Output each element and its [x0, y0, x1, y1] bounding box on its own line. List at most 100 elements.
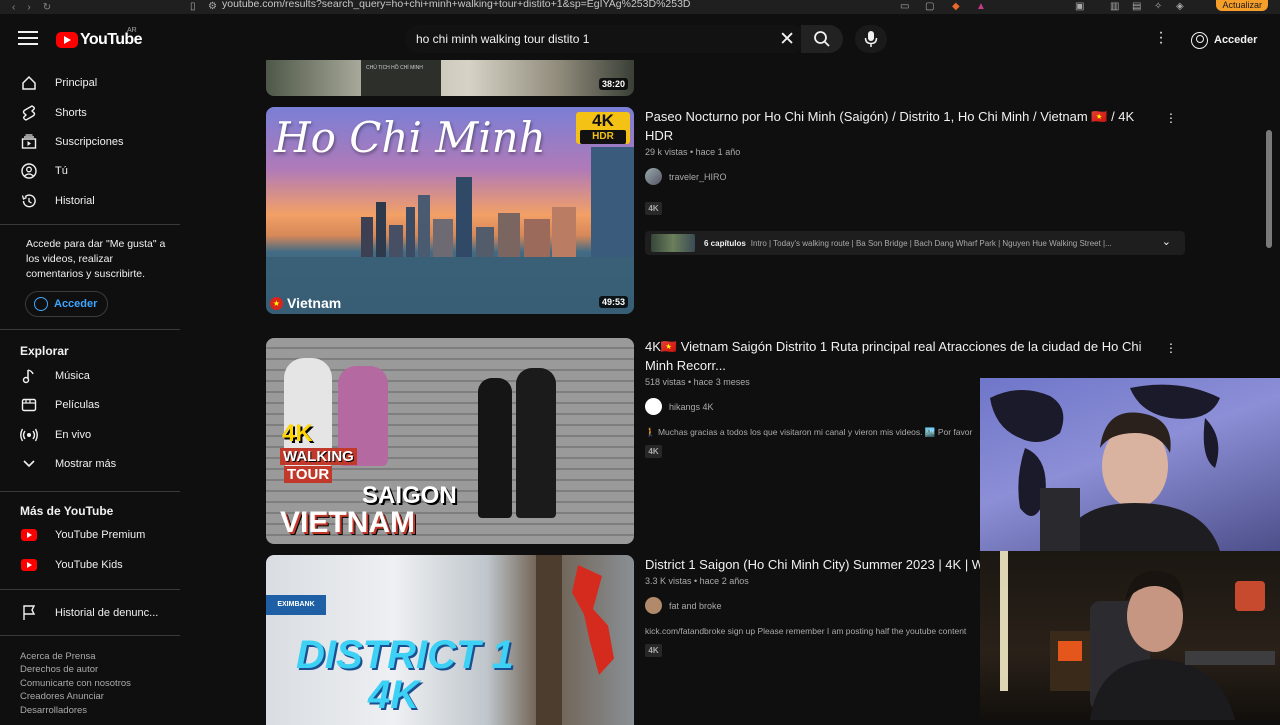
divider [0, 589, 180, 590]
signin-prompt: Accede para dar "Me gusta" a los videos,… [26, 238, 166, 280]
site-settings-icon[interactable]: ⚙ [208, 1, 217, 12]
webcam-scene [990, 384, 1220, 551]
sidebar-toggle-icon[interactable]: ▥ [1110, 1, 1119, 12]
webcam-overlay [980, 551, 1280, 720]
account-icon [34, 297, 48, 311]
thumbnail-country: ★ Vietnam [270, 295, 341, 311]
thumbnail-text: VIETNAM [280, 506, 415, 539]
vietnam-flag-icon: ★ [270, 296, 283, 310]
bookmark-icon[interactable]: ▯ [190, 1, 196, 12]
settings-kebab-icon[interactable]: · · · [1156, 25, 1166, 51]
sidebar-item-premium[interactable]: YouTube Premium [12, 520, 172, 550]
voice-search-button[interactable] [855, 25, 887, 53]
reload-icon[interactable]: ↻ [43, 2, 51, 13]
divider [0, 635, 180, 636]
sidebar-item-subscriptions[interactable]: Suscripciones [12, 127, 172, 157]
video-description: 🚶 Muchas gracias a todos los que visitar… [645, 427, 973, 437]
address-bar[interactable]: youtube.com/results?search_query=ho+chi+… [222, 0, 691, 13]
sidebar-item-history[interactable]: Historial [12, 186, 172, 216]
channel-name: fat and broke [669, 600, 722, 611]
vpn-icon[interactable]: ◈ [1176, 1, 1184, 12]
update-button[interactable]: Actualizar [1216, 0, 1268, 11]
sidebar-item-you[interactable]: Tú [12, 156, 172, 186]
chapters-bar[interactable]: 6 capítulos Intro | Today's walking rout… [645, 231, 1185, 255]
channel-name: hikangs 4K [669, 401, 714, 412]
thumbnail-hdr-text: HDR [580, 130, 626, 144]
search-input[interactable]: ho chi minh walking tour distito 1 ✕ [405, 25, 805, 53]
movies-icon [20, 396, 38, 414]
sidebar-item-shorts[interactable]: Shorts [12, 98, 172, 128]
chevron-down-icon [20, 455, 38, 473]
browser-nav: ‹ › ↻ [0, 2, 60, 13]
footer-link[interactable]: Comunicarte con nosotros [20, 677, 170, 690]
explore-heading: Explorar [20, 344, 69, 358]
share-icon[interactable]: ▢ [925, 1, 934, 12]
sidebar-item-show-more[interactable]: Mostrar más [12, 449, 172, 479]
sidebar-item-movies[interactable]: Películas [12, 390, 172, 420]
sidebar-item-label: Principal [55, 77, 98, 89]
youtube-kids-icon [20, 556, 38, 574]
thumbnail-sign: EXIMBANK [266, 595, 326, 615]
signin-label: Acceder [1214, 34, 1258, 46]
microphone-icon [864, 31, 878, 47]
video-menu-icon[interactable]: · · · [1166, 336, 1176, 358]
thumbnail-person [516, 368, 556, 518]
channel-link[interactable]: fat and broke [645, 597, 722, 614]
history-icon [20, 192, 38, 210]
you-icon [20, 162, 38, 180]
chapter-thumbnail [651, 234, 695, 252]
footer-link[interactable]: Acerca de Prensa [20, 650, 170, 663]
video-duration: 49:53 [598, 296, 628, 308]
back-icon[interactable]: ‹ [12, 2, 15, 13]
channel-link[interactable]: hikangs 4K [645, 398, 714, 415]
sidebar-item-home[interactable]: Principal [12, 68, 172, 98]
forward-icon[interactable]: › [27, 2, 30, 13]
divider [0, 329, 180, 330]
sidebar-item-label: Música [55, 370, 90, 382]
thumbnail-4k-text: 4K [592, 111, 614, 130]
ai-icon[interactable]: ✧ [1154, 1, 1162, 12]
video-thumbnail[interactable]: Ho Chi Minh 4K HDR ★ Vietnam 49:53 [266, 107, 634, 314]
youtube-logo[interactable]: YouTube AR [56, 27, 142, 49]
video-title[interactable]: Paseo Nocturno por Ho Chi Minh (Saigón) … [645, 107, 1155, 145]
signin-button[interactable]: Acceder [1183, 27, 1265, 53]
channel-link[interactable]: traveler_HIRO [645, 168, 727, 185]
channel-name: traveler_HIRO [669, 171, 727, 182]
video-menu-icon[interactable]: · · · [1166, 106, 1176, 128]
thumbnail-text: 4K [282, 420, 313, 447]
footer-link[interactable]: Creadores Anunciar [20, 690, 170, 703]
thumbnail-tree [536, 555, 562, 725]
video-title[interactable]: 4K🇻🇳 Vietnam Saigón Distrito 1 Ruta prin… [645, 337, 1155, 375]
video-thumbnail[interactable]: EXIMBANK DISTRICT 1 4K [266, 555, 634, 725]
music-icon [20, 367, 38, 385]
channel-avatar [645, 597, 662, 614]
thumbnail-caption: CHỦ TỊCH HỒ CHÍ MINH [366, 65, 423, 71]
sidebar-item-report-history[interactable]: Historial de denunc... [12, 598, 172, 628]
video-title[interactable]: District 1 Saigon (Ho Chi Minh City) Sum… [645, 555, 981, 574]
sidebar-signin-button[interactable]: Acceder [25, 291, 109, 317]
sidebar-item-music[interactable]: Música [12, 361, 172, 391]
wallet-icon[interactable]: ▤ [1132, 1, 1141, 12]
sidebar-item-live[interactable]: En vivo [12, 420, 172, 450]
search-button[interactable] [801, 25, 843, 53]
chevron-down-icon[interactable]: ⌄ [1162, 235, 1171, 248]
brave-icon[interactable]: ◆ [952, 1, 960, 12]
video-thumbnail[interactable]: CHỦ TỊCH HỒ CHÍ MINH 38:20 [266, 60, 634, 96]
video-thumbnail[interactable]: 4K WALKING TOUR SAIGON VIETNAM [266, 338, 634, 544]
more-from-youtube-heading: Más de YouTube [20, 504, 114, 518]
install-icon[interactable]: ▭ [900, 1, 909, 12]
rewards-icon[interactable]: ▲ [976, 1, 986, 12]
subscriptions-icon [20, 133, 38, 151]
menu-icon[interactable] [18, 31, 38, 47]
sidebar-item-label: Shorts [55, 107, 87, 119]
footer-link[interactable]: Desarrolladores [20, 704, 170, 717]
thumbnail-4k-badge: 4K HDR [576, 112, 630, 144]
footer-link[interactable]: Derechos de autor [20, 663, 170, 676]
thumbnail-text: DISTRICT 1 [296, 633, 514, 677]
clear-search-icon[interactable]: ✕ [779, 28, 795, 51]
channel-avatar [645, 168, 662, 185]
page-scrollbar[interactable] [1266, 130, 1272, 248]
download-icon[interactable]: ▣ [1075, 1, 1084, 12]
thumbnail-person [478, 378, 512, 518]
sidebar-item-kids[interactable]: YouTube Kids [12, 550, 172, 580]
